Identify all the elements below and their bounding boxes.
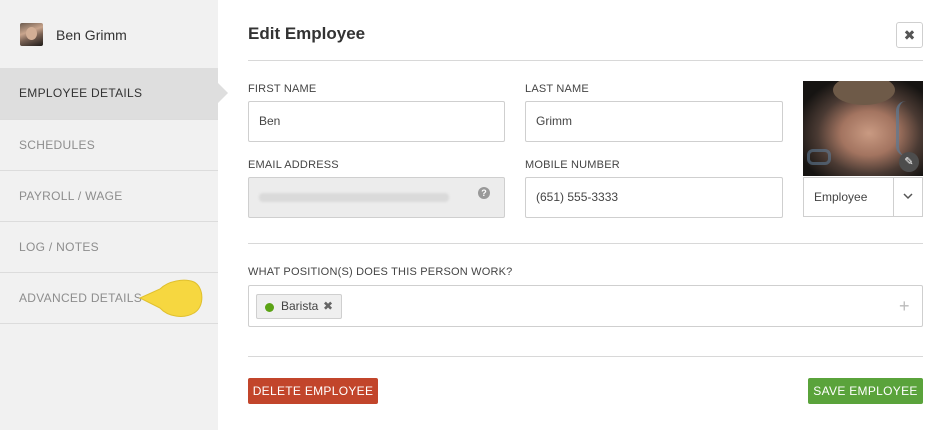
email-input: [248, 177, 505, 218]
role-select[interactable]: Employee: [803, 177, 923, 217]
mobile-input[interactable]: (651) 555-3333: [525, 177, 783, 218]
user-header: Ben Grimm: [0, 0, 218, 68]
help-icon[interactable]: ?: [478, 187, 490, 199]
footer-divider: [248, 356, 923, 357]
close-button[interactable]: ✖: [896, 22, 923, 48]
sidebar-divider: [0, 323, 218, 324]
save-employee-button[interactable]: SAVE EMPLOYEE: [808, 378, 923, 404]
pencil-icon[interactable]: ✎: [899, 152, 919, 172]
close-icon: ✖: [903, 27, 916, 43]
email-label: EMAIL ADDRESS: [248, 159, 339, 171]
sidebar-item-payroll-wage[interactable]: PAYROLL / WAGE: [0, 170, 218, 221]
user-name: Ben Grimm: [56, 27, 127, 43]
positions-label: WHAT POSITION(S) DOES THIS PERSON WORK?: [248, 266, 513, 278]
chevron-down-icon: [903, 193, 913, 200]
mobile-label: MOBILE NUMBER: [525, 159, 620, 171]
first-name-label: FIRST NAME: [248, 83, 317, 95]
avatar: [20, 23, 43, 46]
delete-employee-button[interactable]: DELETE EMPLOYEE: [248, 378, 378, 404]
remove-tag-icon[interactable]: ✖: [323, 295, 333, 318]
sidebar-item-log-notes[interactable]: LOG / NOTES: [0, 221, 218, 272]
last-name-input[interactable]: Grimm: [525, 101, 783, 142]
position-tag[interactable]: Barista ✖: [256, 294, 342, 319]
plus-icon[interactable]: +: [899, 296, 910, 317]
positions-input[interactable]: Barista ✖ +: [248, 285, 923, 327]
email-redacted: [259, 193, 449, 203]
highlight-callout: [138, 279, 203, 317]
sidebar: Ben Grimm EMPLOYEE DETAILS SCHEDULES PAY…: [0, 0, 228, 430]
first-name-input[interactable]: Ben: [248, 101, 505, 142]
header-divider: [248, 60, 923, 61]
section-divider: [248, 243, 923, 244]
position-tag-label: Barista: [281, 299, 319, 313]
last-name-label: LAST NAME: [525, 83, 589, 95]
position-color-dot: [265, 303, 274, 312]
sidebar-item-employee-details[interactable]: EMPLOYEE DETAILS: [0, 68, 228, 119]
page-title: Edit Employee: [248, 24, 366, 43]
sidebar-item-schedules[interactable]: SCHEDULES: [0, 119, 218, 170]
role-select-value: Employee: [814, 190, 868, 204]
